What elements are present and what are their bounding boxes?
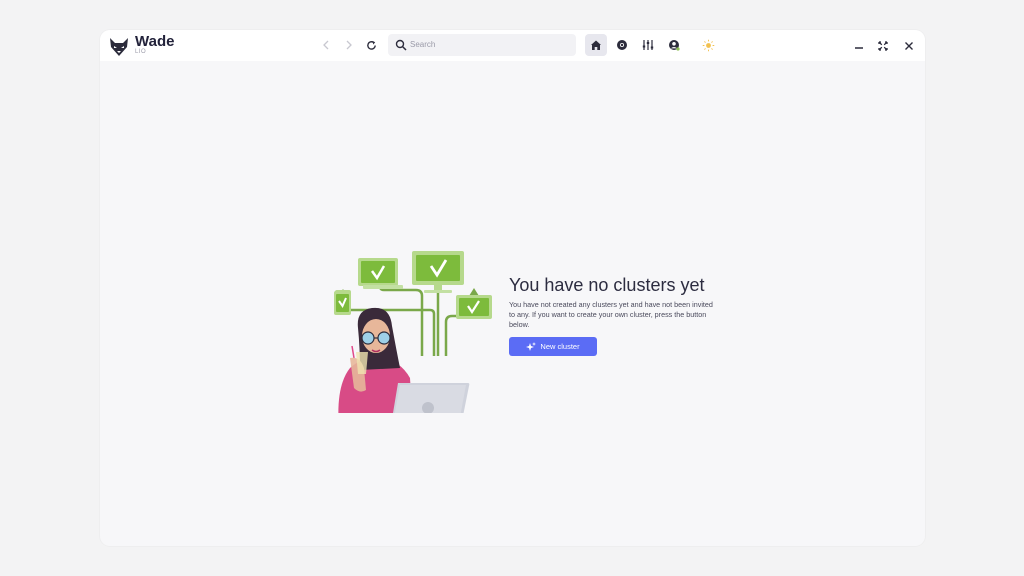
wolf-logo-icon — [110, 38, 128, 56]
account-button[interactable] — [663, 34, 685, 56]
sliders-icon — [642, 40, 654, 50]
search-icon — [395, 39, 407, 51]
home-icon — [591, 40, 601, 50]
search-input[interactable]: Search — [388, 34, 576, 56]
minimize-button[interactable] — [852, 39, 865, 52]
new-cluster-label: New cluster — [540, 342, 580, 351]
refresh-button[interactable] — [364, 38, 378, 52]
empty-state-description: You have not created any clusters yet an… — [509, 300, 713, 329]
empty-state-illustration — [334, 251, 492, 413]
account-icon — [669, 40, 680, 51]
forward-button[interactable] — [342, 38, 356, 52]
chevron-left-icon — [323, 40, 329, 50]
theme-toggle[interactable] — [697, 34, 719, 56]
minimize-icon — [854, 46, 863, 49]
chrome-icon — [617, 40, 627, 50]
close-button[interactable] — [902, 39, 915, 52]
app-window: Wade LIO Search You have no clusters yet… — [100, 30, 925, 546]
chevron-right-icon — [346, 40, 352, 50]
browser-button[interactable] — [611, 34, 633, 56]
maximize-icon — [877, 40, 888, 51]
refresh-icon — [366, 40, 376, 50]
back-button[interactable] — [319, 38, 333, 52]
empty-state-title: You have no clusters yet — [509, 275, 705, 295]
new-cluster-button[interactable]: New cluster — [509, 337, 597, 356]
title-bar: Wade LIO Search — [100, 30, 925, 61]
app-title: Wade — [135, 33, 175, 50]
close-icon — [904, 41, 913, 50]
maximize-button[interactable] — [876, 39, 889, 52]
sparkle-icon — [526, 341, 537, 351]
sun-icon — [702, 39, 714, 51]
settings-button[interactable] — [637, 34, 659, 56]
home-button[interactable] — [585, 34, 607, 56]
app-subtitle: LIO — [135, 49, 147, 55]
search-placeholder: Search — [410, 40, 436, 49]
